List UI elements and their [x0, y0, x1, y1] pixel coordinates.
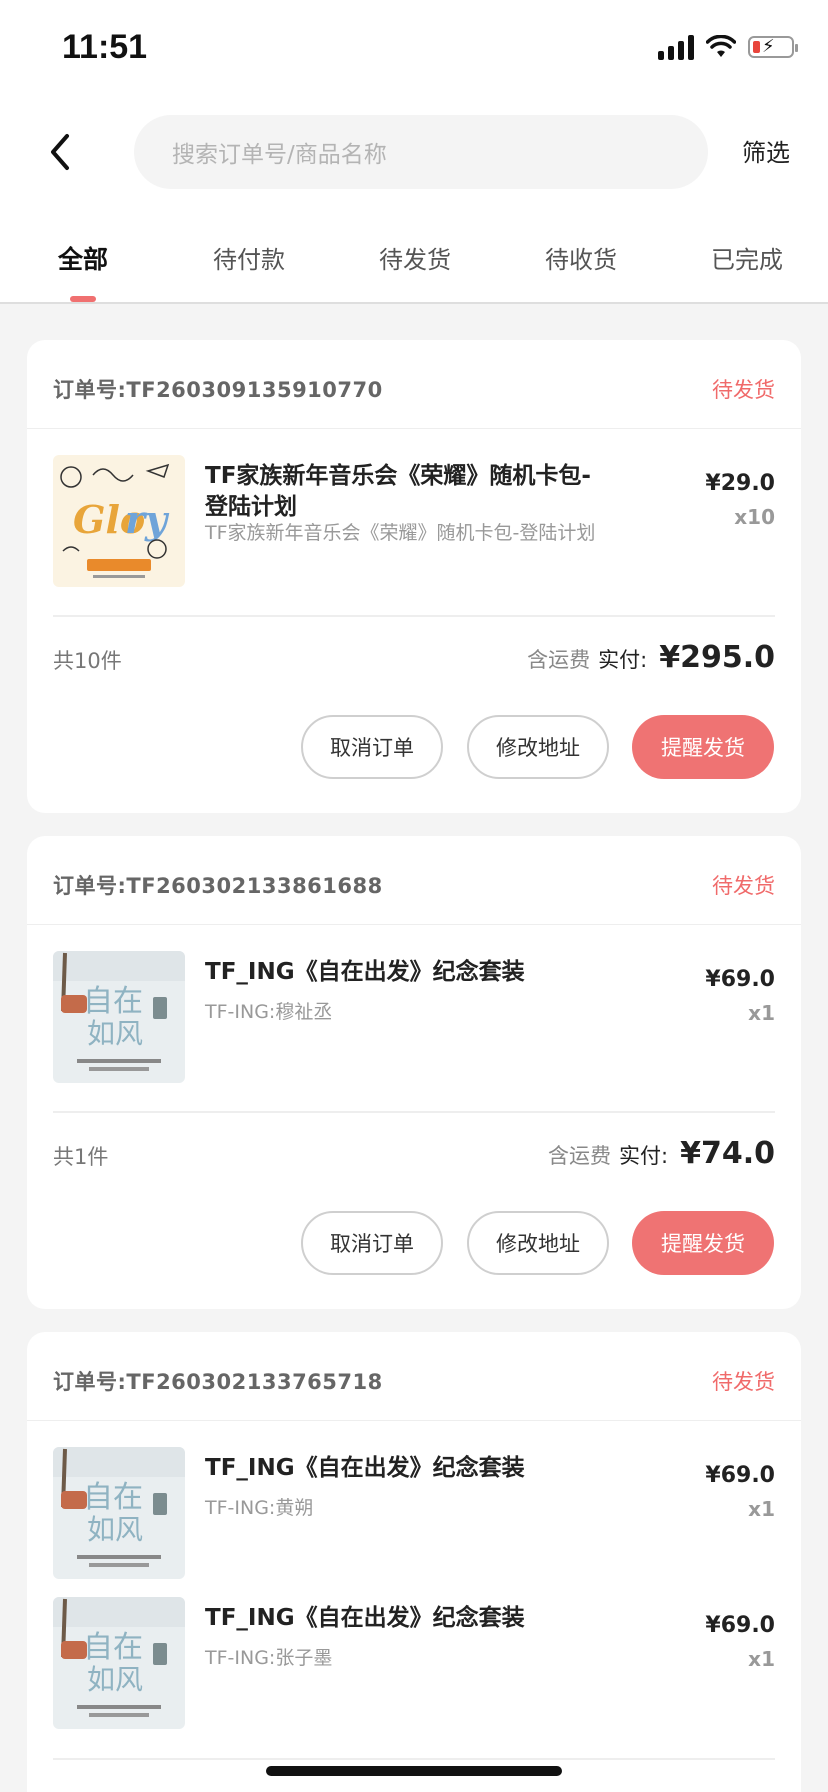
svg-text:自在: 自在	[83, 1630, 143, 1665]
product-thumbnail: 自在 如风	[53, 1597, 185, 1729]
order-total: ¥74.0	[680, 1136, 775, 1171]
order-total-row: 含运费 实付: ¥295.0	[527, 640, 775, 675]
order-number: 订单号:TF260302133765718	[53, 1370, 383, 1394]
order-header: 订单号:TF260309135910770 待发货	[27, 340, 801, 429]
product-thumbnail: 自在 如风	[53, 951, 185, 1083]
order-status: 待发货	[712, 378, 775, 402]
search-placeholder: 搜索订单号/商品名称	[172, 142, 387, 168]
product-quantity: x1	[748, 1497, 775, 1521]
product-quantity: x1	[748, 1001, 775, 1025]
order-header: 订单号:TF260302133861688 待发货	[27, 836, 801, 925]
order-card[interactable]: 订单号:TF260302133861688 待发货 自在 如风 TF_ING《自…	[27, 836, 801, 1309]
paid-label: 实付:	[619, 1144, 669, 1168]
tab-pending-shipment[interactable]: 待发货	[379, 240, 451, 275]
product-title: TF家族新年音乐会《荣耀》随机卡包-登陆计划	[205, 463, 591, 520]
shipping-included-label: 含运费	[527, 648, 591, 672]
status-time: 11:51	[62, 28, 148, 66]
wifi-icon	[706, 35, 736, 57]
product-thumbnail: 自在 如风	[53, 1447, 185, 1579]
cellular-signal-icon	[658, 34, 694, 60]
order-item[interactable]: 自在 如风 TF_ING《自在出发》纪念套装 TF-ING:张子墨 ¥69.0 …	[27, 1571, 801, 1729]
tab-all[interactable]: 全部	[58, 240, 108, 276]
tab-active-indicator	[70, 296, 96, 302]
product-thumbnail: Glo ry	[53, 455, 185, 587]
modify-address-button[interactable]: 修改地址	[467, 1211, 609, 1275]
filter-button[interactable]: 筛选	[742, 133, 790, 168]
product-price: ¥69.0	[705, 1613, 775, 1638]
svg-text:如风: 如风	[87, 1017, 143, 1050]
order-total: ¥295.0	[659, 640, 775, 675]
order-tabs: 全部 待付款 待发货 待收货 已完成	[0, 204, 828, 304]
product-quantity: x10	[734, 505, 775, 529]
paid-label: 实付:	[598, 648, 648, 672]
order-status: 待发货	[712, 874, 775, 898]
modify-address-button[interactable]: 修改地址	[467, 715, 609, 779]
order-card[interactable]: 订单号:TF260309135910770 待发货 Glo ry TF家族新年音…	[27, 340, 801, 813]
divider	[53, 1758, 775, 1760]
item-count: 共10件	[53, 649, 122, 673]
product-price: ¥69.0	[705, 967, 775, 992]
chevron-left-icon	[51, 134, 69, 170]
order-card[interactable]: 订单号:TF260302133765718 待发货 自在 如风 TF_ING《自…	[27, 1332, 801, 1792]
cancel-order-button[interactable]: 取消订单	[301, 1211, 443, 1275]
svg-text:如风: 如风	[87, 1513, 143, 1546]
search-input[interactable]: 搜索订单号/商品名称	[134, 115, 708, 189]
svg-text:自在: 自在	[83, 984, 143, 1019]
product-quantity: x1	[748, 1647, 775, 1671]
divider	[53, 615, 775, 617]
status-icons: ⚡	[658, 34, 798, 60]
cancel-order-button[interactable]: 取消订单	[301, 715, 443, 779]
tab-pending-receipt[interactable]: 待收货	[545, 240, 617, 275]
order-header: 订单号:TF260302133765718 待发货	[27, 1332, 801, 1421]
tab-pending-payment[interactable]: 待付款	[213, 240, 285, 275]
order-item[interactable]: Glo ry TF家族新年音乐会《荣耀》随机卡包-登陆计划 TF家族新年音乐会《…	[27, 429, 801, 615]
order-number: 订单号:TF260309135910770	[53, 378, 383, 402]
remind-shipment-button[interactable]: 提醒发货	[632, 715, 774, 779]
order-status: 待发货	[712, 1370, 775, 1394]
status-bar: 11:51 ⚡	[0, 0, 828, 100]
svg-text:ry: ry	[125, 497, 170, 542]
product-variant: TF家族新年音乐会《荣耀》随机卡包-登陆计划	[205, 522, 596, 544]
item-count: 共1件	[53, 1145, 109, 1169]
order-item[interactable]: 自在 如风 TF_ING《自在出发》纪念套装 TF-ING:黄朔 ¥69.0 x…	[27, 1421, 801, 1579]
product-price: ¥69.0	[705, 1463, 775, 1488]
product-variant: TF-ING:黄朔	[205, 1497, 314, 1519]
divider	[53, 1111, 775, 1113]
product-title: TF_ING《自在出发》纪念套装	[205, 1605, 525, 1631]
product-title: TF_ING《自在出发》纪念套装	[205, 1455, 525, 1481]
order-total-row: 含运费 实付: ¥74.0	[548, 1136, 775, 1171]
order-item[interactable]: 自在 如风 TF_ING《自在出发》纪念套装 TF-ING:穆祉丞 ¥69.0 …	[27, 925, 801, 1111]
back-button[interactable]	[30, 122, 90, 182]
home-indicator	[266, 1766, 562, 1776]
battery-charging-icon: ⚡	[748, 36, 798, 58]
product-variant: TF-ING:穆祉丞	[205, 1001, 333, 1023]
tab-completed[interactable]: 已完成	[711, 240, 783, 275]
svg-text:如风: 如风	[87, 1663, 143, 1696]
product-price: ¥29.0	[705, 471, 775, 496]
product-variant: TF-ING:张子墨	[205, 1647, 333, 1669]
remind-shipment-button[interactable]: 提醒发货	[632, 1211, 774, 1275]
svg-text:自在: 自在	[83, 1480, 143, 1515]
top-header: 搜索订单号/商品名称 筛选	[0, 100, 828, 204]
order-number: 订单号:TF260302133861688	[53, 874, 383, 898]
product-title: TF_ING《自在出发》纪念套装	[205, 959, 525, 985]
shipping-included-label: 含运费	[548, 1144, 612, 1168]
